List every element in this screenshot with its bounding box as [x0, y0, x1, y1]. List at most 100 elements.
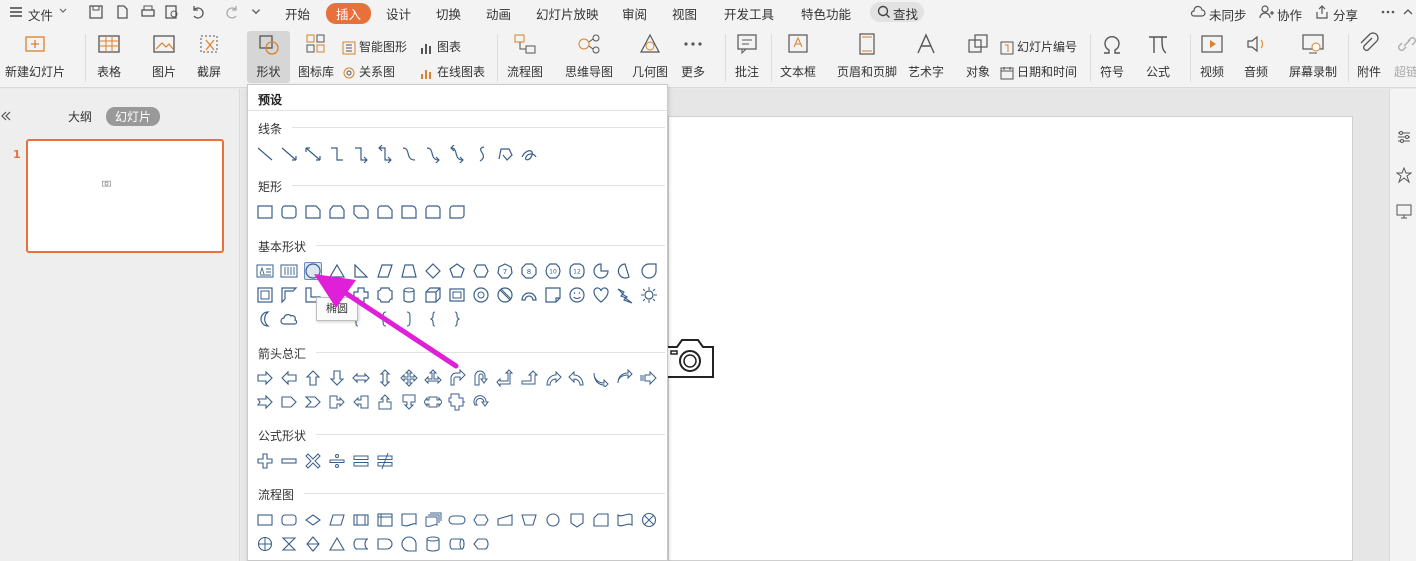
curved-connector-shape[interactable]	[400, 145, 418, 163]
flowchart-document-shape[interactable]	[400, 511, 418, 529]
flowchart-predefined-process-shape[interactable]	[352, 511, 370, 529]
tab-animation[interactable]: 动画	[486, 4, 511, 23]
formula-button[interactable]: 公式	[1145, 32, 1171, 80]
chevron-shape[interactable]	[304, 393, 322, 411]
table-button[interactable]: 表格	[96, 32, 122, 80]
cloud-shape[interactable]	[280, 310, 298, 328]
curved-down-arrow-shape[interactable]	[616, 369, 634, 387]
flowchart-summing-junction-shape[interactable]	[640, 511, 658, 529]
search-box[interactable]: 查找	[870, 2, 924, 22]
chevron-down-icon[interactable]	[58, 6, 68, 16]
online-chart-button[interactable]: 在线图表	[420, 63, 485, 80]
camera-icon[interactable]	[665, 337, 715, 379]
tab-view[interactable]: 视图	[672, 4, 697, 23]
object-button[interactable]: 对象	[965, 32, 991, 80]
file-menu[interactable]: 文件	[28, 5, 53, 24]
export-pdf-icon[interactable]	[114, 4, 130, 20]
settings-sliders-icon[interactable]	[1396, 129, 1412, 145]
flowchart-data-shape[interactable]	[328, 511, 346, 529]
sun-shape[interactable]	[640, 286, 658, 304]
curved-up-arrow-shape[interactable]	[592, 369, 610, 387]
round-same-side-rectangle-shape[interactable]	[424, 203, 442, 221]
rectangle-shape[interactable]	[256, 203, 274, 221]
print-icon[interactable]	[140, 4, 156, 20]
wordart-button[interactable]: 艺术字	[908, 32, 944, 80]
flowchart-offpage-connector-shape[interactable]	[568, 511, 586, 529]
more-button[interactable]: 更多	[680, 32, 706, 80]
math-plus-shape[interactable]	[256, 452, 274, 470]
folded-corner-shape[interactable]	[544, 286, 562, 304]
math-divide-shape[interactable]	[328, 452, 346, 470]
flowchart-collate-shape[interactable]	[280, 535, 298, 553]
tab-special[interactable]: 特色功能	[801, 4, 851, 23]
curved-left-arrow-shape[interactable]	[568, 369, 586, 387]
left-up-arrow-shape[interactable]	[496, 369, 514, 387]
snip-corner-rectangle-shape[interactable]	[304, 203, 322, 221]
tab-insert[interactable]: 插入	[326, 3, 372, 24]
header-footer-button[interactable]: 页眉和页脚	[837, 32, 897, 80]
down-arrow-callout-shape[interactable]	[400, 393, 418, 411]
flowchart-punched-tape-shape[interactable]	[616, 511, 634, 529]
curved-right-arrow-shape[interactable]	[544, 369, 562, 387]
save-icon[interactable]	[88, 4, 104, 20]
snip-same-side-rectangle-shape[interactable]	[328, 203, 346, 221]
left-arrow-shape[interactable]	[280, 369, 298, 387]
elbow-double-arrow-shape[interactable]	[376, 145, 394, 163]
heptagon-shape[interactable]: 7	[496, 262, 514, 280]
customize-toolbar-icon[interactable]	[250, 6, 262, 18]
moon-shape[interactable]	[256, 310, 274, 328]
flowchart-magnetic-disk-shape[interactable]	[424, 535, 442, 553]
comment-button[interactable]: 批注	[734, 32, 760, 80]
tab-slideshow[interactable]: 幻灯片放映	[536, 4, 599, 23]
flowchart-multidocument-shape[interactable]	[424, 511, 442, 529]
hexagon-shape[interactable]	[472, 262, 490, 280]
flowchart-manual-input-shape[interactable]	[496, 511, 514, 529]
half-frame-shape[interactable]	[280, 286, 298, 304]
left-right-arrow-callout-shape[interactable]	[424, 393, 442, 411]
flowchart-direct-access-storage-shape[interactable]	[448, 535, 466, 553]
attachment-button[interactable]: 附件	[1356, 32, 1382, 80]
no-symbol-shape[interactable]	[496, 286, 514, 304]
line-shape[interactable]	[256, 145, 274, 163]
tab-transition[interactable]: 切换	[436, 4, 461, 23]
flowchart-extract-shape[interactable]	[328, 535, 346, 553]
round-diagonal-rectangle-shape[interactable]	[448, 203, 466, 221]
tab-home[interactable]: 开始	[285, 4, 310, 23]
tab-outline[interactable]: 大纲	[68, 108, 92, 125]
print-preview-icon[interactable]	[164, 4, 180, 20]
tab-design[interactable]: 设计	[386, 4, 411, 23]
dodecagon-shape[interactable]: 12	[568, 262, 586, 280]
circular-arrow-shape[interactable]	[472, 393, 490, 411]
pie-shape[interactable]	[592, 262, 610, 280]
vertical-text-box-shape[interactable]	[280, 262, 298, 280]
screen-record-button[interactable]: 屏幕录制	[1289, 32, 1337, 80]
flowchart-delay-shape[interactable]	[376, 535, 394, 553]
cloud-sync-icon[interactable]	[1190, 4, 1206, 20]
geometry-button[interactable]: 几何图	[632, 32, 668, 80]
flowchart-stored-data-shape[interactable]	[352, 535, 370, 553]
left-arrow-callout-shape[interactable]	[352, 393, 370, 411]
snip-round-rectangle-shape[interactable]	[376, 203, 394, 221]
flowchart-alternate-process-shape[interactable]	[280, 511, 298, 529]
share-button[interactable]: 分享	[1333, 5, 1358, 24]
math-multiply-shape[interactable]	[304, 452, 322, 470]
smiley-face-shape[interactable]	[568, 286, 586, 304]
flowchart-or-shape[interactable]	[256, 535, 274, 553]
slide-show-icon[interactable]	[1396, 203, 1412, 219]
tab-slides[interactable]: 幻灯片	[106, 107, 161, 126]
flowchart-connector-shape[interactable]	[544, 511, 562, 529]
screenshot-button[interactable]: 截屏	[196, 32, 222, 80]
elbow-connector-shape[interactable]	[328, 145, 346, 163]
chart-button[interactable]: 图表	[420, 38, 461, 55]
text-box-shape[interactable]	[256, 262, 274, 280]
math-equal-shape[interactable]	[352, 452, 370, 470]
hamburger-menu-icon[interactable]	[8, 4, 24, 20]
curved-arrow-connector-shape[interactable]	[424, 145, 442, 163]
block-arc-shape[interactable]	[520, 286, 538, 304]
notched-right-arrow-shape[interactable]	[256, 393, 274, 411]
freeform-shape[interactable]	[496, 145, 514, 163]
collapse-panel-icon[interactable]	[0, 110, 12, 122]
slide-number-button[interactable]: 幻灯片编号	[1000, 38, 1077, 55]
bent-up-arrow-shape[interactable]	[520, 369, 538, 387]
chord-shape[interactable]	[616, 262, 634, 280]
